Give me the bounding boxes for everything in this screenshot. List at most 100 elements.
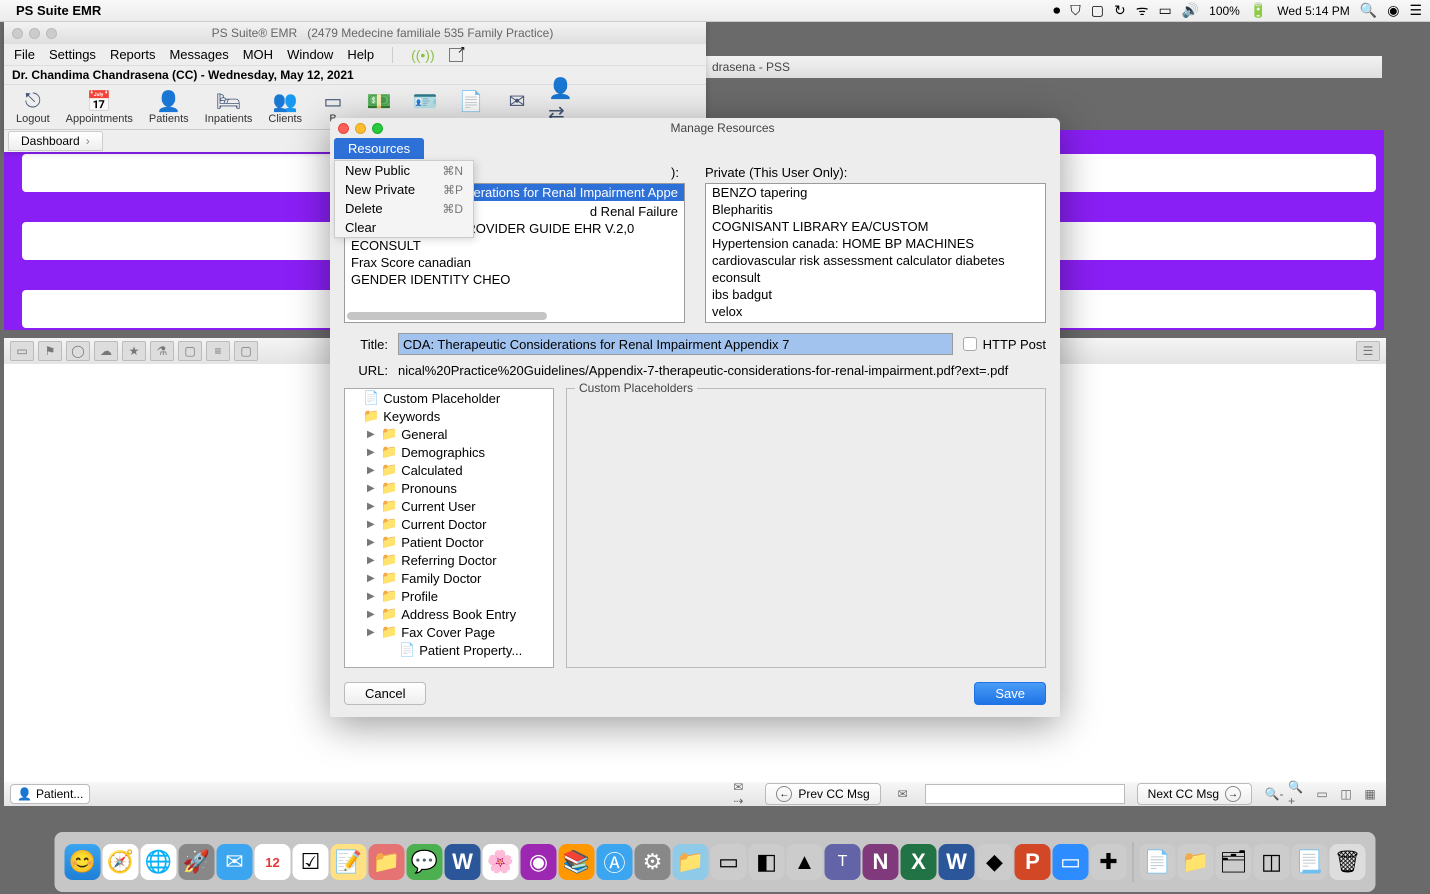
view2-icon[interactable]: ◫: [1336, 785, 1356, 803]
dock-calendar-icon[interactable]: 12: [255, 844, 291, 880]
view3-icon[interactable]: ▦: [1360, 785, 1380, 803]
dock-podcasts-icon[interactable]: ◉: [521, 844, 557, 880]
envelope-icon[interactable]: ✉: [893, 785, 913, 803]
patients-button[interactable]: 👤Patients: [141, 87, 197, 127]
menu-file[interactable]: File: [14, 47, 35, 62]
list-item[interactable]: ECONSULT: [345, 237, 684, 254]
volume-icon[interactable]: 🔊: [1182, 2, 1199, 19]
dock-folder3-icon[interactable]: 🗂: [1216, 844, 1252, 880]
shield-icon[interactable]: ⛉: [1070, 2, 1081, 19]
dock-trash-icon[interactable]: 🗑: [1330, 844, 1366, 880]
menu-delete[interactable]: Delete⌘D: [335, 199, 473, 218]
dock-photos-icon[interactable]: 🌸: [483, 844, 519, 880]
dock-app-icon[interactable]: ▲: [787, 844, 823, 880]
view1-icon[interactable]: ▭: [1312, 785, 1332, 803]
menu-icon[interactable]: ☰: [1356, 341, 1380, 361]
signal-icon[interactable]: ((•)): [411, 47, 435, 63]
list-item[interactable]: BENZO tapering: [706, 184, 1045, 201]
dock-word-icon[interactable]: W: [445, 844, 481, 880]
spotlight-icon[interactable]: 🔍: [1360, 2, 1377, 19]
dock-window-icon[interactable]: ◫: [1254, 844, 1290, 880]
popout-icon[interactable]: [449, 48, 463, 62]
camera-icon[interactable]: ⏺: [1053, 2, 1060, 19]
list-item[interactable]: GENDER IDENTITY CHEO: [345, 271, 684, 288]
menu-messages[interactable]: Messages: [169, 47, 228, 62]
siri-icon[interactable]: ◉: [1387, 2, 1399, 19]
dock-excel-icon[interactable]: X: [901, 844, 937, 880]
box-icon[interactable]: ▢: [1091, 2, 1104, 19]
appointments-button[interactable]: 📅Appointments: [58, 87, 141, 127]
title-input[interactable]: [398, 333, 953, 355]
dock-zoom-icon[interactable]: ▭: [1053, 844, 1089, 880]
dock-app-icon[interactable]: ◆: [977, 844, 1013, 880]
dock-notes-icon[interactable]: 📝: [331, 844, 367, 880]
private-resources-list[interactable]: BENZO tapering Blepharitis COGNISANT LIB…: [705, 183, 1046, 323]
message-input[interactable]: [925, 784, 1125, 804]
circle-icon[interactable]: ◯: [66, 341, 90, 361]
scroll-thumb[interactable]: [347, 312, 547, 320]
dock-filemaker-icon[interactable]: 📁: [369, 844, 405, 880]
square-icon[interactable]: ▢: [178, 341, 202, 361]
display-icon[interactable]: ▭: [1158, 2, 1171, 19]
list-item[interactable]: econsult: [706, 269, 1045, 286]
dock-teams-icon[interactable]: T: [825, 844, 861, 880]
dock-app-icon[interactable]: ▭: [711, 844, 747, 880]
doc-icon[interactable]: ▭: [10, 341, 34, 361]
menu-help[interactable]: Help: [347, 47, 374, 62]
traffic-lights[interactable]: [12, 28, 57, 39]
active-app-name[interactable]: PS Suite EMR: [16, 3, 101, 18]
menu-reports[interactable]: Reports: [110, 47, 156, 62]
menu-window[interactable]: Window: [287, 47, 333, 62]
zoom-in-icon[interactable]: 🔍+: [1288, 785, 1308, 803]
list-icon[interactable]: ☰: [1409, 2, 1422, 19]
inpatients-button[interactable]: 🛏Inpatients: [197, 87, 261, 127]
clock-icon[interactable]: ↻: [1114, 2, 1126, 19]
star-icon[interactable]: ★: [122, 341, 146, 361]
square2-icon[interactable]: ▢: [234, 341, 258, 361]
dock-mail-icon[interactable]: ✉: [217, 844, 253, 880]
patient-button[interactable]: 👤 Patient...: [10, 784, 90, 804]
dock-reminders-icon[interactable]: ☑: [293, 844, 329, 880]
dock-folder2-icon[interactable]: 📁: [1178, 844, 1214, 880]
logout-button[interactable]: ⎋Logout: [8, 87, 58, 127]
list-item[interactable]: velox: [706, 303, 1045, 320]
menu-moh[interactable]: MOH: [243, 47, 273, 62]
prev-msg-button[interactable]: ←Prev CC Msg: [765, 783, 880, 805]
dashboard-tab[interactable]: Dashboard›: [8, 131, 103, 151]
save-button[interactable]: Save: [974, 682, 1046, 705]
dock-messages-icon[interactable]: 💬: [407, 844, 443, 880]
menu-new-private[interactable]: New Private⌘P: [335, 180, 473, 199]
next-msg-button[interactable]: Next CC Msg→: [1137, 783, 1252, 805]
list2-icon[interactable]: ≡: [206, 341, 230, 361]
flask-icon[interactable]: ⚗: [150, 341, 174, 361]
dock-chrome-icon[interactable]: 🌐: [141, 844, 177, 880]
battery-icon[interactable]: 🔋: [1250, 2, 1267, 19]
placeholder-tree[interactable]: 📄Custom Placeholder 📁Keywords ▶📁General …: [344, 388, 554, 668]
menu-settings[interactable]: Settings: [49, 47, 96, 62]
datetime-text[interactable]: Wed 5:14 PM: [1277, 4, 1349, 18]
list-item[interactable]: ibs badgut: [706, 286, 1045, 303]
tag-icon[interactable]: ☁: [94, 341, 118, 361]
url-value[interactable]: nical%20Practice%20Guidelines/Appendix-7…: [398, 363, 1046, 378]
list-item[interactable]: Blepharitis: [706, 201, 1045, 218]
wifi-icon[interactable]: ᯤ: [1136, 1, 1149, 20]
dock-books-icon[interactable]: 📚: [559, 844, 595, 880]
send-icon[interactable]: ✉⇢: [733, 785, 753, 803]
cancel-button[interactable]: Cancel: [344, 682, 426, 705]
dock-folder-icon[interactable]: 📁: [673, 844, 709, 880]
dock-onenote-icon[interactable]: N: [863, 844, 899, 880]
dock-doc-icon[interactable]: 📃: [1292, 844, 1328, 880]
dock-finder-icon[interactable]: 😊: [65, 844, 101, 880]
dock-app-icon[interactable]: ◧: [749, 844, 785, 880]
dock-app-icon[interactable]: ✚: [1091, 844, 1127, 880]
http-post-checkbox[interactable]: HTTP Post: [963, 337, 1046, 352]
dock-launchpad-icon[interactable]: 🚀: [179, 844, 215, 880]
menu-clear[interactable]: Clear: [335, 218, 473, 237]
list-item[interactable]: Hypertension canada: HOME BP MACHINES: [706, 235, 1045, 252]
list-item[interactable]: Frax Score canadian: [345, 254, 684, 271]
dock-powerpoint-icon[interactable]: P: [1015, 844, 1051, 880]
modal-traffic-lights[interactable]: [338, 123, 383, 134]
dock-preferences-icon[interactable]: ⚙: [635, 844, 671, 880]
dock-safari-icon[interactable]: 🧭: [103, 844, 139, 880]
clients-button[interactable]: 👥Clients: [260, 87, 310, 127]
